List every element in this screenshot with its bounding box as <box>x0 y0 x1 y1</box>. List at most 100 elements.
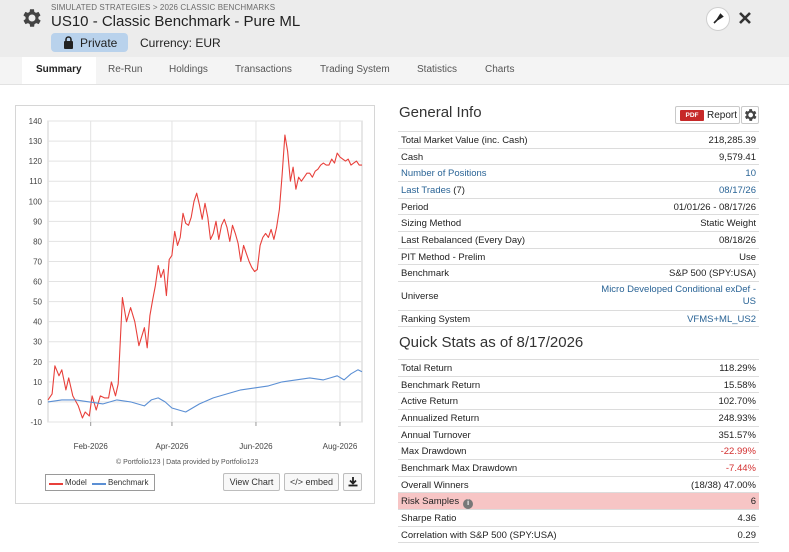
view-chart-button[interactable]: View Chart <box>223 473 280 491</box>
y-tick-label: 80 <box>33 237 42 246</box>
report-label: Report <box>707 110 738 121</box>
stat-value: 351.57% <box>718 430 756 441</box>
info-label: Cash <box>401 152 424 163</box>
y-tick-label: 30 <box>33 338 42 347</box>
info-row: Last Trades (7) 08/17/26 <box>398 181 759 198</box>
stat-row: Benchmark Return 15.58% <box>398 376 759 392</box>
stat-value: 15.58% <box>723 380 756 391</box>
y-tick-label: 20 <box>33 358 42 367</box>
y-tick-label: 60 <box>33 278 42 287</box>
x-tick-label: Feb-2026 <box>74 442 109 451</box>
info-value: Static Weight <box>700 218 756 229</box>
info-value: S&P 500 (SPY:USA) <box>669 268 756 279</box>
stat-value: (18/38) 47.00% <box>691 480 756 491</box>
info-row: Number of Positions 10 <box>398 164 759 181</box>
download-icon <box>348 477 357 487</box>
y-tick-label: 90 <box>33 217 42 226</box>
info-row: Total Market Value (inc. Cash) 218,285.3… <box>398 131 759 148</box>
y-tick-label: 10 <box>33 378 42 387</box>
info-row: Sizing Method Static Weight <box>398 214 759 231</box>
y-tick-label: 100 <box>29 197 43 206</box>
stat-label: Active Return <box>401 396 459 407</box>
report-settings-button[interactable] <box>741 106 759 124</box>
stat-row: Annual Turnover 351.57% <box>398 426 759 442</box>
stat-label: Overall Winners <box>401 480 469 491</box>
info-row: Benchmark S&P 500 (SPY:USA) <box>398 264 759 281</box>
chart-credit: © Portfolio123 | Data provided by Portfo… <box>116 459 259 466</box>
y-tick-label: 140 <box>29 117 43 126</box>
pdf-icon: PDF <box>680 110 704 121</box>
legend-swatch-benchmark <box>92 483 106 485</box>
last-trades-count: (7) <box>450 185 465 196</box>
stat-label: Max Drawdown <box>401 446 467 457</box>
info-row: Cash 9,579.41 <box>398 148 759 164</box>
info-label: Universe <box>401 291 439 302</box>
stat-value: 0.29 <box>737 530 757 541</box>
info-row: Universe Micro Developed Conditional exD… <box>398 281 759 310</box>
stat-label: Annual Turnover <box>401 430 471 441</box>
series-line-model <box>47 134 362 419</box>
stat-row: Total Return 118.29% <box>398 359 759 376</box>
legend-label-model[interactable]: Model <box>65 478 87 487</box>
info-value: Use <box>739 252 756 263</box>
positions-count-link[interactable]: 10 <box>745 168 756 179</box>
x-tick-label: Jun-2026 <box>239 442 273 451</box>
stat-label: Annualized Return <box>401 413 480 424</box>
universe-link[interactable]: Micro Developed Conditional exDef - <box>601 284 756 295</box>
report-button[interactable]: PDF Report <box>675 106 740 124</box>
info-icon[interactable]: i <box>463 499 474 509</box>
x-tick-label: Aug-2026 <box>323 442 358 451</box>
y-tick-label: -10 <box>30 418 42 427</box>
info-row: Last Rebalanced (Every Day) 08/18/26 <box>398 231 759 248</box>
quick-stats-table: Total Return 118.29% Benchmark Return 15… <box>398 359 759 545</box>
info-label: Ranking System <box>401 314 471 325</box>
stat-value: -7.44% <box>725 463 756 474</box>
info-label: Benchmark <box>401 268 450 279</box>
info-value: 218,285.39 <box>708 135 756 146</box>
stat-value: 102.70% <box>718 396 756 407</box>
stat-label: Total Return <box>401 363 453 374</box>
download-button[interactable] <box>343 473 362 491</box>
chart-legend: Model Benchmark <box>45 474 155 491</box>
stat-value: 118.29% <box>719 363 756 374</box>
last-trades-link[interactable]: Last Trades <box>401 185 451 196</box>
stat-value: 4.36 <box>737 513 757 524</box>
general-info-table: Total Market Value (inc. Cash) 218,285.3… <box>398 131 759 327</box>
info-value: 9,579.41 <box>719 152 756 163</box>
risk-samples-label: Risk Samples <box>401 496 460 507</box>
legend-label-benchmark[interactable]: Benchmark <box>108 478 148 487</box>
stat-value: 248.93% <box>718 413 756 424</box>
info-value: 01/01/26 - 08/17/26 <box>673 202 756 213</box>
stat-row: Benchmark Max Drawdown -7.44% <box>398 459 759 476</box>
stat-row-highlighted: Risk Samples i 6 <box>398 492 759 509</box>
stat-label: Correlation with S&P 500 (SPY:USA) <box>401 530 557 541</box>
x-tick-label: Apr-2026 <box>155 442 188 451</box>
legend-swatch-model <box>49 483 63 485</box>
stat-row: Sharpe Ratio 4.36 <box>398 509 759 526</box>
embed-button[interactable]: </> embed <box>284 473 339 491</box>
stat-row: Correlation with S&P 500 (SPY:USA) 0.29 <box>398 526 759 543</box>
ranking-system-link[interactable]: VFMS+ML_US2 <box>687 314 756 325</box>
stat-value: 6 <box>750 496 756 507</box>
plot-area <box>47 120 363 423</box>
y-tick-label: 110 <box>29 177 42 186</box>
info-label: PIT Method - Prelim <box>401 252 486 263</box>
info-value: 08/18/26 <box>719 235 756 246</box>
y-tick-label: 70 <box>33 257 42 266</box>
last-trades-date-link[interactable]: 08/17/26 <box>719 185 756 196</box>
stat-row: Overall Winners (18/38) 47.00% <box>398 476 759 492</box>
stat-label: Sharpe Ratio <box>401 513 457 524</box>
positions-link[interactable]: Number of Positions <box>401 168 487 179</box>
y-tick-label: 40 <box>33 318 42 327</box>
info-row: Period 01/01/26 - 08/17/26 <box>398 198 759 214</box>
stat-row: Active Return 102.70% <box>398 392 759 409</box>
universe-link-cont[interactable]: US <box>743 296 756 307</box>
info-label: Last Trades (7) <box>401 185 465 196</box>
stat-value: -22.99% <box>720 446 756 457</box>
quick-stats-title: Quick Stats as of 8/17/2026 <box>399 334 584 351</box>
general-info-title: General Info <box>399 104 482 121</box>
stat-row: Max Drawdown -22.99% <box>398 442 759 459</box>
info-label: Total Market Value (inc. Cash) <box>401 135 528 146</box>
info-row: PIT Method - Prelim Use <box>398 248 759 264</box>
stat-label: Benchmark Return <box>401 380 481 391</box>
